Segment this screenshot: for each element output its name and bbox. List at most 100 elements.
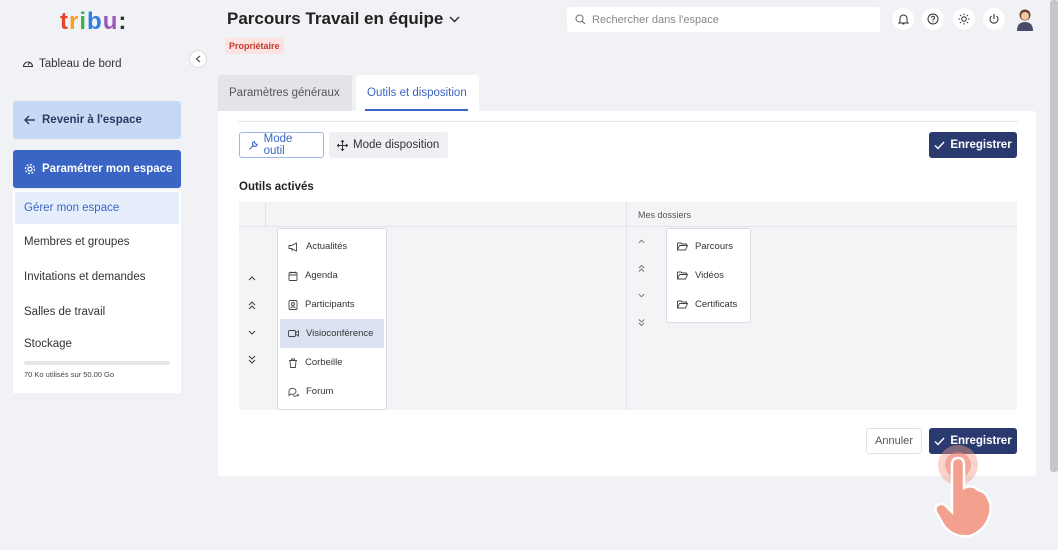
collapse-sidebar-button[interactable] [189, 50, 207, 68]
tools-layout-area: Mes dossiers Actualités Agenda Participa… [239, 202, 1017, 410]
layout-mode-label: Mode disposition [353, 139, 440, 151]
power-icon [989, 14, 999, 24]
layout-mode-button[interactable]: Mode disposition [329, 132, 448, 158]
trash-icon [289, 358, 297, 368]
folder-item-certificates[interactable]: Certificats [669, 290, 748, 319]
role-badge: Propriétaire [225, 38, 284, 54]
back-to-space-button[interactable]: Revenir à l'espace [13, 101, 181, 139]
video-icon [288, 330, 299, 337]
chevron-up-icon [248, 275, 256, 280]
move-icon [337, 139, 348, 151]
back-label: Revenir à l'espace [42, 114, 142, 126]
chevron-up-icon [638, 239, 644, 243]
help-icon [927, 13, 939, 25]
page-title: Parcours Travail en équipe [227, 9, 444, 28]
gear-icon [24, 163, 36, 175]
list-item-agenda[interactable]: Agenda [280, 261, 384, 290]
folder-icon [677, 271, 688, 280]
my-folders-label: Mes dossiers [638, 210, 692, 220]
column-divider [265, 202, 266, 227]
theme-toggle-button[interactable] [953, 8, 975, 30]
bell-icon [897, 14, 909, 25]
arrow-left-icon [24, 115, 35, 125]
menu-item-invitations[interactable]: Invitations et demandes [13, 259, 181, 294]
menu-item-workrooms[interactable]: Salles de travail [13, 294, 181, 329]
menu-item-members[interactable]: Membres et groupes [13, 224, 181, 259]
tool-label: Actualités [306, 241, 348, 252]
chevron-left-icon [195, 55, 201, 63]
tool-label: Agenda [305, 270, 338, 281]
folder-item-videos[interactable]: Vidéos [669, 261, 748, 290]
page-scrollbar[interactable] [1050, 0, 1058, 472]
list-item-trash[interactable]: Corbeille [280, 348, 384, 377]
list-item-videoconference[interactable]: Visioconférence [280, 319, 384, 348]
tools-area-header [239, 202, 1017, 227]
gauge-icon [22, 61, 34, 68]
menu-item-manage-space[interactable]: Gérer mon espace [15, 192, 179, 224]
search-bar[interactable] [567, 7, 880, 32]
tap-indicator-hand-icon [930, 440, 1000, 540]
folder-move-top-button[interactable] [630, 257, 652, 279]
tribu-logo[interactable]: tribu: [60, 8, 127, 36]
sidebar: tribu: Tableau de bord Revenir à l'espac… [0, 0, 196, 550]
wrench-icon [249, 140, 258, 150]
folder-label: Parcours [695, 241, 734, 252]
double-chevron-down-icon [248, 355, 256, 364]
divider [238, 121, 1018, 122]
space-title-dropdown[interactable]: Parcours Travail en équipe [227, 9, 460, 29]
avatar[interactable] [1014, 7, 1036, 31]
move-top-button[interactable] [241, 294, 263, 316]
double-chevron-up-icon [638, 264, 644, 272]
folders-list: Parcours Vidéos Certificats [666, 228, 751, 323]
list-item-news[interactable]: Actualités [280, 232, 384, 261]
storage-progress-bar [24, 361, 170, 365]
move-up-button[interactable] [241, 267, 263, 289]
folder-label: Vidéos [695, 270, 724, 281]
folder-label: Certificats [695, 299, 738, 310]
help-button[interactable] [922, 8, 944, 30]
contact-icon [288, 299, 298, 310]
list-item-forum[interactable]: Forum [280, 377, 384, 406]
tool-mode-label: Mode outil [263, 133, 293, 157]
tools-reorder-controls [241, 267, 265, 375]
double-chevron-up-icon [248, 300, 256, 309]
move-bottom-button[interactable] [241, 348, 263, 370]
dashboard-link[interactable]: Tableau de bord [22, 58, 121, 70]
tool-label: Forum [306, 386, 334, 397]
logout-button[interactable] [983, 8, 1005, 30]
tool-label: Participants [305, 299, 355, 310]
tab-general-settings[interactable]: Paramètres généraux [218, 75, 352, 111]
folder-move-bottom-button[interactable] [630, 311, 652, 333]
folders-reorder-controls [630, 230, 654, 338]
tool-mode-button[interactable]: Mode outil [239, 132, 324, 158]
save-label-top: Enregistrer [950, 139, 1012, 151]
dashboard-label: Tableau de bord [39, 58, 122, 70]
sun-icon [958, 13, 970, 25]
active-tools-list: Actualités Agenda Participants Visioconf… [277, 228, 387, 410]
folder-move-up-button[interactable] [630, 230, 652, 252]
configure-space-button[interactable]: Paramétrer mon espace [13, 150, 181, 188]
folder-move-down-button[interactable] [630, 284, 652, 306]
double-chevron-down-icon [638, 318, 644, 326]
move-down-button[interactable] [241, 321, 263, 343]
storage-usage-text: 70 Ko utilisés sur 50.00 Go [24, 370, 115, 379]
megaphone-icon [288, 241, 297, 252]
configure-label: Paramétrer mon espace [42, 163, 173, 175]
active-tools-heading: Outils activés [239, 181, 314, 193]
search-icon [575, 14, 586, 25]
tab-tools-layout[interactable]: Outils et disposition [356, 75, 479, 111]
chat-icon [288, 387, 299, 397]
save-button-top[interactable]: Enregistrer [929, 132, 1017, 158]
cancel-button[interactable]: Annuler [866, 428, 922, 454]
chevron-down-icon [449, 15, 460, 23]
folder-item-parcours[interactable]: Parcours [669, 232, 748, 261]
tools-layout-panel: Mode outil Mode disposition Enregistrer … [218, 111, 1036, 476]
notifications-button[interactable] [892, 8, 914, 30]
search-input[interactable] [592, 13, 872, 26]
menu-item-storage[interactable]: Stockage [13, 329, 181, 359]
settings-menu: Gérer mon espace Membres et groupes Invi… [13, 190, 181, 393]
folder-icon [677, 242, 688, 251]
chevron-down-icon [638, 293, 644, 297]
column-divider [626, 202, 627, 410]
list-item-participants[interactable]: Participants [280, 290, 384, 319]
